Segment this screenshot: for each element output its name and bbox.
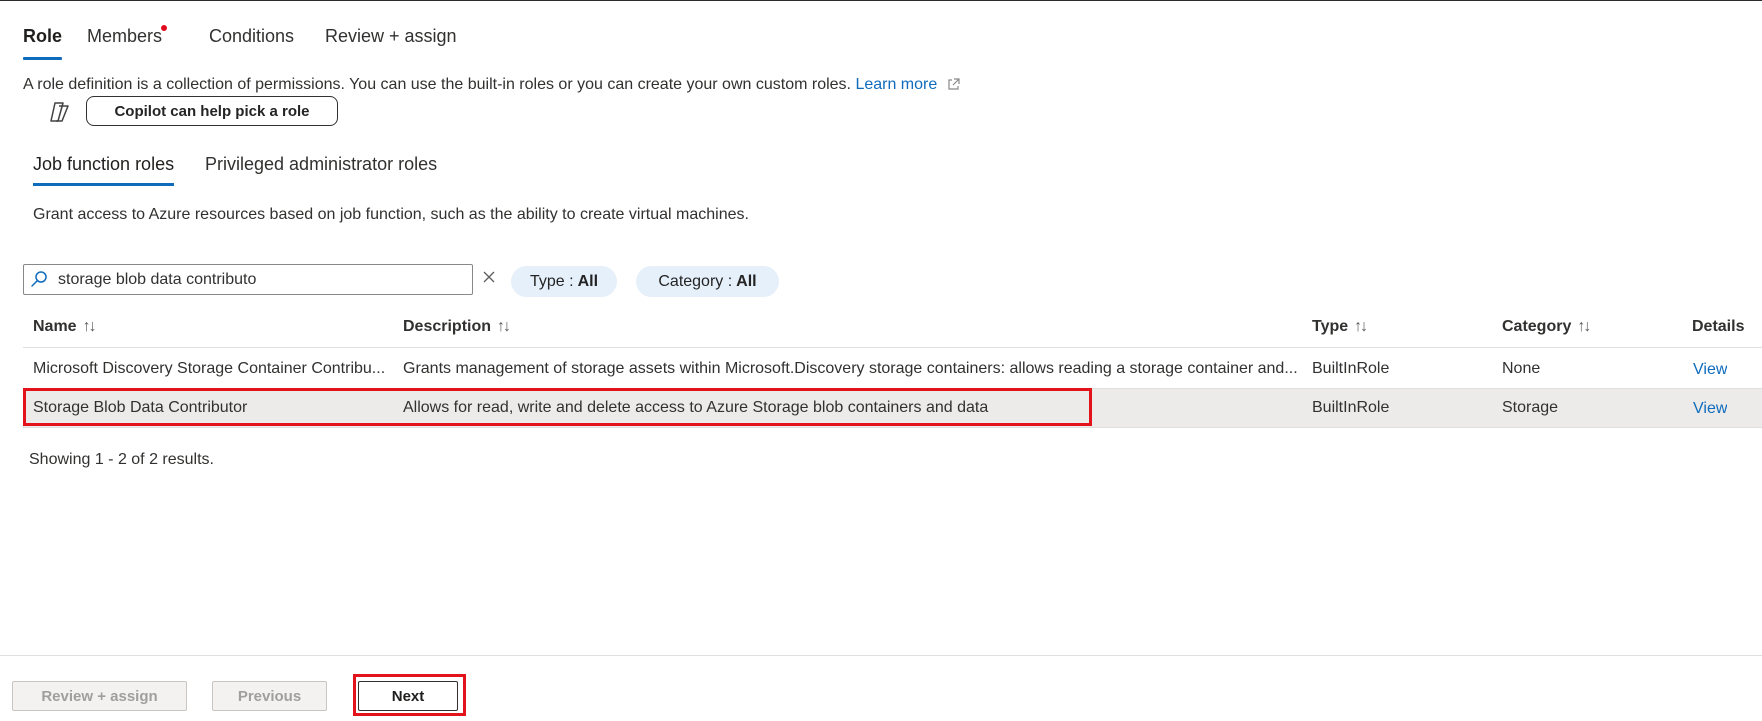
column-header-description[interactable]: Description ↑↓ bbox=[403, 318, 511, 336]
role-category: Storage bbox=[1502, 399, 1559, 416]
sort-icon: ↑↓ bbox=[82, 318, 97, 335]
category-filter-pill[interactable]: Category : All bbox=[636, 266, 779, 297]
tab-members[interactable]: Members bbox=[87, 26, 162, 60]
intro-text: A role definition is a collection of per… bbox=[23, 76, 856, 93]
column-header-type-label: Type bbox=[1312, 318, 1349, 335]
previous-button[interactable]: Previous bbox=[212, 681, 327, 711]
search-icon bbox=[31, 271, 47, 287]
clear-search-icon[interactable] bbox=[482, 270, 496, 284]
column-header-details: Details bbox=[1692, 318, 1745, 335]
column-header-name-label: Name bbox=[33, 318, 77, 335]
review-assign-button[interactable]: Review + assign bbox=[12, 681, 187, 711]
next-button[interactable]: Next bbox=[358, 681, 458, 711]
column-header-category[interactable]: Category ↑↓ bbox=[1502, 318, 1591, 336]
role-type: BuiltInRole bbox=[1312, 399, 1390, 416]
role-description: Grants management of storage assets with… bbox=[403, 360, 1298, 377]
tab-role[interactable]: Role bbox=[23, 26, 63, 60]
view-details-link[interactable]: View bbox=[1693, 400, 1727, 418]
role-name: Microsoft Discovery Storage Container Co… bbox=[33, 360, 386, 377]
copilot-icon bbox=[50, 102, 69, 122]
sort-icon: ↑↓ bbox=[1577, 318, 1591, 335]
tab-review-assign[interactable]: Review + assign bbox=[325, 26, 457, 60]
role-description: Allows for read, write and delete access… bbox=[403, 399, 989, 416]
role-type: BuiltInRole bbox=[1312, 360, 1390, 377]
type-filter-pill[interactable]: Type : All bbox=[511, 266, 617, 297]
view-details-link[interactable]: View bbox=[1693, 361, 1727, 379]
column-header-category-label: Category bbox=[1502, 318, 1572, 335]
column-header-name[interactable]: Name ↑↓ bbox=[33, 318, 97, 336]
copilot-help-button[interactable]: Copilot can help pick a role bbox=[86, 96, 338, 126]
tab-privileged-administrator-roles[interactable]: Privileged administrator roles bbox=[205, 154, 437, 186]
role-category: None bbox=[1502, 360, 1541, 377]
category-filter-label: Category : bbox=[658, 272, 733, 290]
role-definition-intro: A role definition is a collection of per… bbox=[23, 76, 960, 94]
search-box bbox=[23, 264, 473, 295]
category-filter-value: All bbox=[736, 272, 757, 290]
column-header-description-label: Description bbox=[403, 318, 492, 335]
role-name: Storage Blob Data Contributor bbox=[33, 399, 248, 416]
row-divider bbox=[23, 427, 1762, 428]
type-filter-label: Type : bbox=[529, 272, 574, 290]
table-row[interactable]: Microsoft Discovery Storage Container Co… bbox=[23, 350, 1762, 388]
tab-conditions[interactable]: Conditions bbox=[209, 26, 294, 60]
results-count: Showing 1 - 2 of 2 results. bbox=[29, 451, 214, 468]
sort-icon: ↑↓ bbox=[1354, 318, 1368, 335]
external-link-icon bbox=[948, 78, 960, 90]
grant-description: Grant access to Azure resources based on… bbox=[33, 206, 749, 223]
table-row-selected[interactable]: Storage Blob Data Contributor Allows for… bbox=[23, 389, 1762, 427]
header-divider bbox=[23, 347, 1762, 348]
members-notification-dot bbox=[161, 25, 167, 31]
column-header-type[interactable]: Type ↑↓ bbox=[1312, 318, 1368, 336]
footer-divider bbox=[0, 655, 1762, 656]
type-filter-value: All bbox=[577, 272, 599, 290]
search-input[interactable] bbox=[54, 265, 464, 294]
sort-icon: ↑↓ bbox=[497, 318, 511, 335]
learn-more-link[interactable]: Learn more bbox=[855, 76, 937, 93]
top-border bbox=[0, 0, 1762, 1]
tab-job-function-roles[interactable]: Job function roles bbox=[33, 154, 175, 186]
